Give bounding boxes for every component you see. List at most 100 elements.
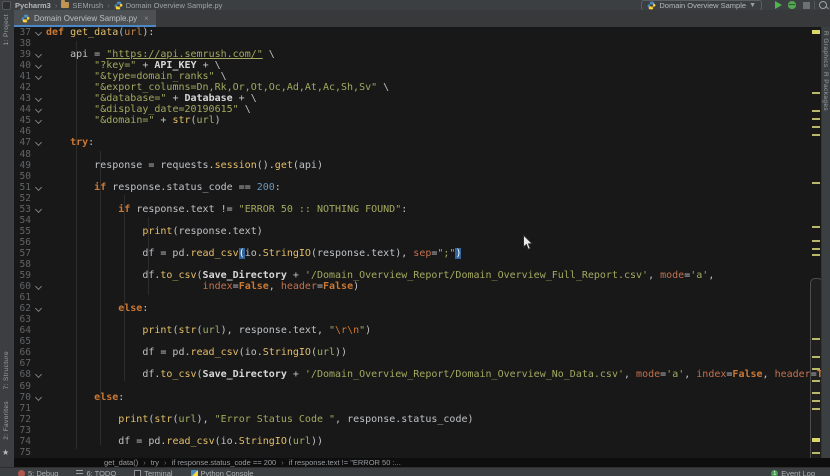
line-number[interactable]: 54 (14, 215, 31, 226)
line-number[interactable]: 53 (14, 204, 31, 215)
code-breadcrumb-item[interactable]: get_data() (104, 458, 138, 467)
fold-gutter (31, 248, 46, 259)
code-text: if response.status_code == 200: (46, 182, 822, 193)
code-line: 71 (14, 403, 822, 414)
code-breadcrumb-item[interactable]: try (151, 458, 159, 467)
code-breadcrumb-item[interactable]: if response.text != "ERROR 50 :... (289, 458, 401, 467)
code-text: "&type=domain_ranks" \ (46, 71, 822, 82)
line-number[interactable]: 72 (14, 414, 31, 425)
line-number[interactable]: 61 (14, 292, 31, 303)
code-text (46, 38, 822, 49)
line-number[interactable]: 60 (14, 281, 31, 292)
line-number[interactable]: 42 (14, 82, 31, 93)
code-line: 51 if response.status_code == 200: (14, 182, 822, 193)
line-number[interactable]: 44 (14, 104, 31, 115)
fold-marker-icon[interactable] (31, 137, 46, 148)
line-number[interactable]: 63 (14, 314, 31, 325)
toolwindow-tab-r-packages[interactable]: R Packages (822, 72, 829, 111)
mouse-cursor (522, 234, 534, 251)
line-number[interactable]: 45 (14, 115, 31, 126)
fold-marker-icon[interactable] (31, 104, 46, 115)
line-number[interactable]: 49 (14, 160, 31, 171)
toolwindow-button-terminal[interactable]: Terminal (134, 469, 172, 476)
toolwindow-tab-favorites[interactable]: 2: Favorites (3, 401, 10, 440)
toolwindow-tab-r-graphics[interactable]: R Graphics (822, 31, 829, 68)
fold-marker-icon[interactable] (31, 182, 46, 193)
fold-gutter (31, 82, 46, 93)
fold-marker-icon[interactable] (31, 27, 46, 38)
fold-gutter (31, 237, 46, 248)
line-number[interactable]: 48 (14, 149, 31, 160)
editor-tab[interactable]: Domain Overview Sample.py × (14, 10, 156, 27)
toolwindow-button-pycon[interactable]: Python Console (191, 469, 254, 476)
line-number[interactable]: 74 (14, 436, 31, 447)
toolwindow-tab-structure[interactable]: 7: Structure (3, 351, 10, 389)
code-breadcrumb-item[interactable]: if response.status_code == 200 (172, 458, 277, 467)
fold-marker-icon[interactable] (31, 369, 46, 380)
toolwindow-button-debug[interactable]: 5: Debug (18, 469, 58, 476)
code-editor[interactable]: 37def get_data(url):3839 api = "https://… (14, 27, 822, 458)
line-number[interactable]: 57 (14, 248, 31, 259)
code-text (46, 259, 822, 270)
debug-icon (18, 470, 25, 476)
fold-marker-icon[interactable] (31, 281, 46, 292)
code-text (46, 336, 822, 347)
line-number[interactable]: 69 (14, 381, 31, 392)
close-icon[interactable]: × (144, 14, 149, 23)
breadcrumb-file[interactable]: Domain Overview Sample.py (114, 1, 223, 10)
fold-marker-icon[interactable] (31, 303, 46, 314)
line-number[interactable]: 47 (14, 137, 31, 148)
line-number[interactable]: 51 (14, 182, 31, 193)
code-line: 63 (14, 314, 822, 325)
line-number[interactable]: 67 (14, 358, 31, 369)
code-line: 49 response = requests.session().get(api… (14, 160, 822, 171)
run-button[interactable] (775, 1, 782, 9)
fold-gutter (31, 325, 46, 336)
line-number[interactable]: 43 (14, 93, 31, 104)
line-number[interactable]: 65 (14, 336, 31, 347)
toolwindow-button-todo[interactable]: 6: TODO (76, 469, 116, 476)
line-number[interactable]: 46 (14, 126, 31, 137)
breadcrumb-project[interactable]: Pycharm3 (15, 1, 51, 10)
code-line: 75 (14, 447, 822, 458)
line-number[interactable]: 38 (14, 38, 31, 49)
fold-marker-icon[interactable] (31, 115, 46, 126)
fold-marker-icon[interactable] (31, 204, 46, 215)
debug-button[interactable] (788, 1, 796, 9)
line-number[interactable]: 39 (14, 49, 31, 60)
fold-marker-icon[interactable] (31, 49, 46, 60)
line-number[interactable]: 56 (14, 237, 31, 248)
line-number[interactable]: 40 (14, 60, 31, 71)
line-number[interactable]: 59 (14, 270, 31, 281)
code-text (46, 126, 822, 137)
line-number[interactable]: 58 (14, 259, 31, 270)
line-number[interactable]: 71 (14, 403, 31, 414)
toolwindow-tab-project[interactable]: 1: Project (3, 14, 10, 45)
line-number[interactable]: 73 (14, 425, 31, 436)
line-number[interactable]: 70 (14, 392, 31, 403)
code-line: 43 "&database=" + Database + \ (14, 93, 822, 104)
code-line: 74 df = pd.read_csv(io.StringIO(url)) (14, 436, 822, 447)
event-log-button[interactable]: 1 Event Log (771, 469, 815, 476)
line-number[interactable]: 52 (14, 193, 31, 204)
code-text: "&domain=" + str(url) (46, 115, 822, 126)
line-number[interactable]: 68 (14, 369, 31, 380)
line-number[interactable]: 66 (14, 347, 31, 358)
fold-gutter (31, 292, 46, 303)
line-number[interactable]: 37 (14, 27, 31, 38)
line-number[interactable]: 55 (14, 226, 31, 237)
code-text: df = pd.read_csv(io.StringIO(url)) (46, 347, 822, 358)
line-number[interactable]: 41 (14, 71, 31, 82)
indent-guide (124, 195, 125, 381)
fold-marker-icon[interactable] (31, 392, 46, 403)
search-icon[interactable] (819, 1, 827, 9)
line-number[interactable]: 50 (14, 171, 31, 182)
fold-marker-icon[interactable] (31, 93, 46, 104)
breadcrumb-folder[interactable]: SEMrush (61, 1, 103, 10)
line-number[interactable]: 75 (14, 447, 31, 458)
fold-marker-icon[interactable] (31, 71, 46, 82)
code-breadcrumbs-bar: get_data()›try›if response.status_code =… (14, 458, 830, 467)
fold-marker-icon[interactable] (31, 60, 46, 71)
line-number[interactable]: 64 (14, 325, 31, 336)
line-number[interactable]: 62 (14, 303, 31, 314)
